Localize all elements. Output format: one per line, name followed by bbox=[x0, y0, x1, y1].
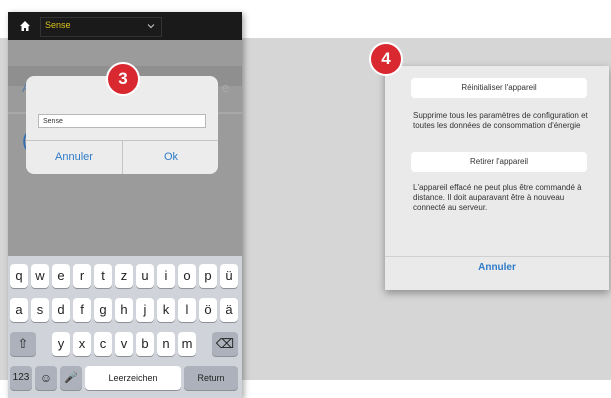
remove-description: L'appareil effacé ne peut plus être comm… bbox=[413, 183, 582, 212]
space-key[interactable]: Leerzeichen bbox=[85, 366, 181, 390]
app-name: Sense bbox=[45, 20, 71, 30]
key[interactable]: f bbox=[73, 298, 91, 322]
key[interactable]: m bbox=[178, 332, 196, 356]
divider bbox=[385, 256, 609, 257]
key[interactable]: j bbox=[136, 298, 154, 322]
remove-device-button[interactable]: Retirer l'appareil bbox=[411, 152, 587, 172]
key[interactable]: d bbox=[52, 298, 70, 322]
key[interactable]: u bbox=[136, 264, 154, 288]
key[interactable]: v bbox=[115, 332, 133, 356]
key[interactable]: x bbox=[73, 332, 91, 356]
key[interactable]: b bbox=[136, 332, 154, 356]
chevron-down-icon bbox=[147, 24, 155, 29]
key[interactable]: k bbox=[157, 298, 175, 322]
key[interactable]: a bbox=[10, 298, 28, 322]
key[interactable]: g bbox=[94, 298, 112, 322]
app-selector[interactable]: Sense bbox=[40, 17, 162, 37]
mic-icon[interactable]: 🎤 bbox=[60, 366, 82, 390]
cancel-button[interactable]: Annuler bbox=[385, 262, 609, 273]
dimmed-text: e bbox=[222, 80, 230, 95]
reset-description: Supprime tous les paramètres de configur… bbox=[413, 111, 588, 130]
key[interactable]: o bbox=[178, 264, 196, 288]
key[interactable]: s bbox=[31, 298, 49, 322]
key[interactable]: z bbox=[115, 264, 133, 288]
step-badge-3: 3 bbox=[106, 62, 140, 96]
emoji-icon[interactable]: ☺ bbox=[35, 366, 57, 390]
key[interactable]: h bbox=[115, 298, 133, 322]
home-icon[interactable] bbox=[19, 20, 31, 32]
numbers-key[interactable]: 123 bbox=[10, 366, 32, 390]
key[interactable]: l bbox=[178, 298, 196, 322]
delete-icon[interactable]: ⌫ bbox=[212, 332, 238, 356]
reset-device-button[interactable]: Réinitialiser l'appareil bbox=[411, 78, 587, 98]
key[interactable]: e bbox=[52, 264, 70, 288]
top-bar: Sense bbox=[8, 12, 242, 40]
cancel-button[interactable]: Annuler bbox=[26, 141, 122, 174]
key[interactable]: p bbox=[199, 264, 217, 288]
return-key[interactable]: Return bbox=[184, 366, 238, 390]
key[interactable]: ä bbox=[220, 298, 238, 322]
key[interactable]: r bbox=[73, 264, 91, 288]
key[interactable]: t bbox=[94, 264, 112, 288]
key[interactable]: ö bbox=[199, 298, 217, 322]
key[interactable]: y bbox=[52, 332, 70, 356]
key[interactable]: ü bbox=[220, 264, 238, 288]
key[interactable]: w bbox=[31, 264, 49, 288]
key[interactable]: n bbox=[157, 332, 175, 356]
key[interactable]: c bbox=[94, 332, 112, 356]
key[interactable]: i bbox=[157, 264, 175, 288]
keyboard: q w e r t z u i o p ü a s d f g h j k l … bbox=[8, 256, 242, 398]
ok-button[interactable]: Ok bbox=[123, 141, 219, 174]
name-input[interactable]: Sense bbox=[38, 114, 206, 128]
shift-icon[interactable]: ⇧ bbox=[10, 332, 36, 356]
step-badge-4: 4 bbox=[369, 42, 403, 76]
key[interactable]: q bbox=[10, 264, 28, 288]
device-options-sheet: Réinitialiser l'appareil Supprime tous l… bbox=[385, 66, 609, 290]
